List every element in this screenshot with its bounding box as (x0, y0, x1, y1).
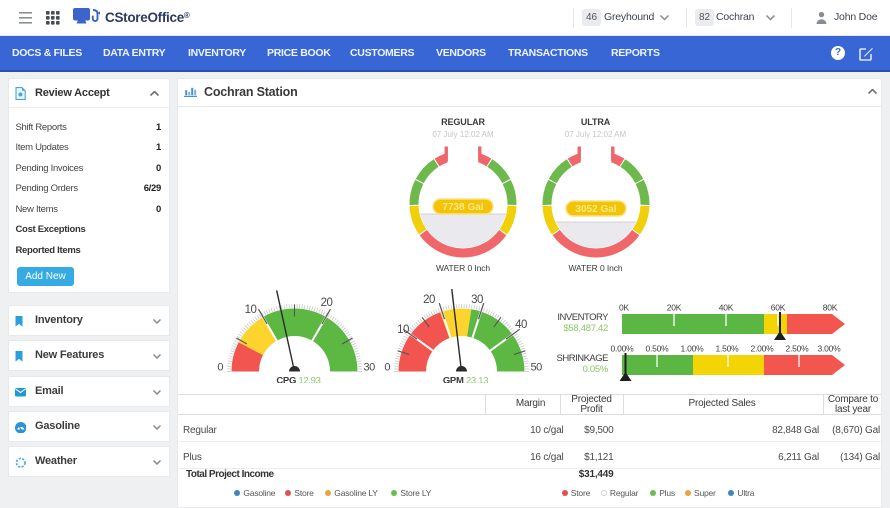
svg-text:60K: 60K (771, 303, 786, 313)
svg-text:10: 10 (397, 324, 409, 336)
svg-text:3.00%: 3.00% (817, 344, 841, 354)
svg-text:GPM 23.13: GPM 23.13 (443, 376, 488, 384)
svg-text:7738 Gal: 7738 Gal (442, 202, 483, 213)
svg-text:CPG 12.93: CPG 12.93 (276, 376, 320, 384)
svg-text:40K: 40K (719, 303, 734, 313)
svg-text:20K: 20K (667, 303, 682, 313)
svg-text:30: 30 (471, 294, 483, 306)
svg-text:0: 0 (217, 362, 223, 374)
svg-text:1.00%: 1.00% (680, 344, 704, 354)
svg-text:INVENTORY: INVENTORY (557, 312, 609, 323)
svg-text:1.50%: 1.50% (715, 344, 739, 354)
svg-text:0.50%: 0.50% (645, 344, 669, 354)
svg-text:SHRINKAGE: SHRINKAGE (557, 353, 609, 364)
svg-text:$58,487.42: $58,487.42 (563, 323, 608, 334)
svg-text:3052 Gal: 3052 Gal (575, 204, 616, 215)
svg-text:0K: 0K (619, 303, 630, 313)
svg-text:0.05%: 0.05% (583, 364, 609, 375)
svg-text:2.00%: 2.00% (750, 344, 774, 354)
svg-text:0.00%: 0.00% (610, 344, 634, 354)
svg-text:10: 10 (245, 304, 257, 316)
svg-text:2.50%: 2.50% (785, 344, 809, 354)
svg-text:80K: 80K (823, 303, 838, 313)
svg-text:20: 20 (321, 297, 333, 309)
svg-text:20: 20 (423, 294, 435, 306)
svg-text:0: 0 (384, 362, 390, 374)
